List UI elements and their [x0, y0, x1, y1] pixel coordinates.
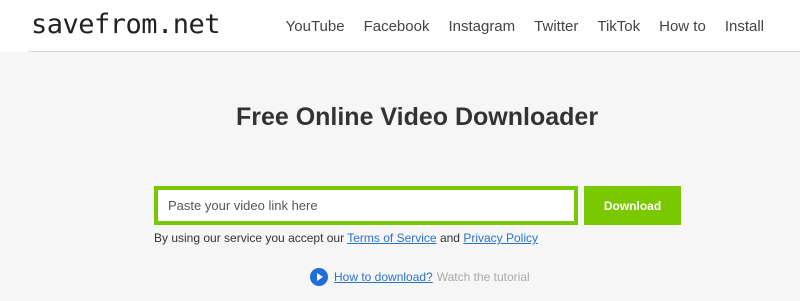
video-url-input[interactable]	[154, 186, 578, 225]
how-to-download-link[interactable]: How to download?	[334, 270, 433, 284]
how-to-download: How to download? Watch the tutorial	[310, 268, 530, 286]
header-divider	[28, 51, 800, 52]
download-button[interactable]: Download	[584, 186, 681, 225]
nav-item-tiktok[interactable]: TikTok	[597, 18, 640, 35]
terms-and-text: and	[439, 231, 460, 245]
watch-tutorial-text: Watch the tutorial	[436, 270, 530, 284]
play-circle-icon[interactable]	[310, 268, 328, 286]
site-header: savefrom.net YouTube Facebook Instagram …	[0, 0, 800, 52]
nav-item-facebook[interactable]: Facebook	[364, 18, 430, 35]
nav-item-instagram[interactable]: Instagram	[448, 18, 515, 35]
terms-prefix-text: By using our service you accept our	[154, 231, 345, 245]
main-nav: YouTube Facebook Instagram Twitter TikTo…	[286, 0, 800, 52]
nav-item-how-to[interactable]: How to	[659, 18, 706, 35]
terms-of-service-link[interactable]: Terms of Service	[347, 231, 436, 245]
page-title: Free Online Video Downloader	[235, 103, 599, 131]
nav-item-youtube[interactable]: YouTube	[286, 18, 345, 35]
terms-notice: By using our service you accept our Term…	[154, 231, 538, 245]
privacy-policy-link[interactable]: Privacy Policy	[463, 231, 538, 245]
nav-item-install[interactable]: Install	[725, 18, 764, 35]
logo[interactable]: savefrom.net	[31, 4, 221, 46]
nav-item-twitter[interactable]: Twitter	[534, 18, 578, 35]
